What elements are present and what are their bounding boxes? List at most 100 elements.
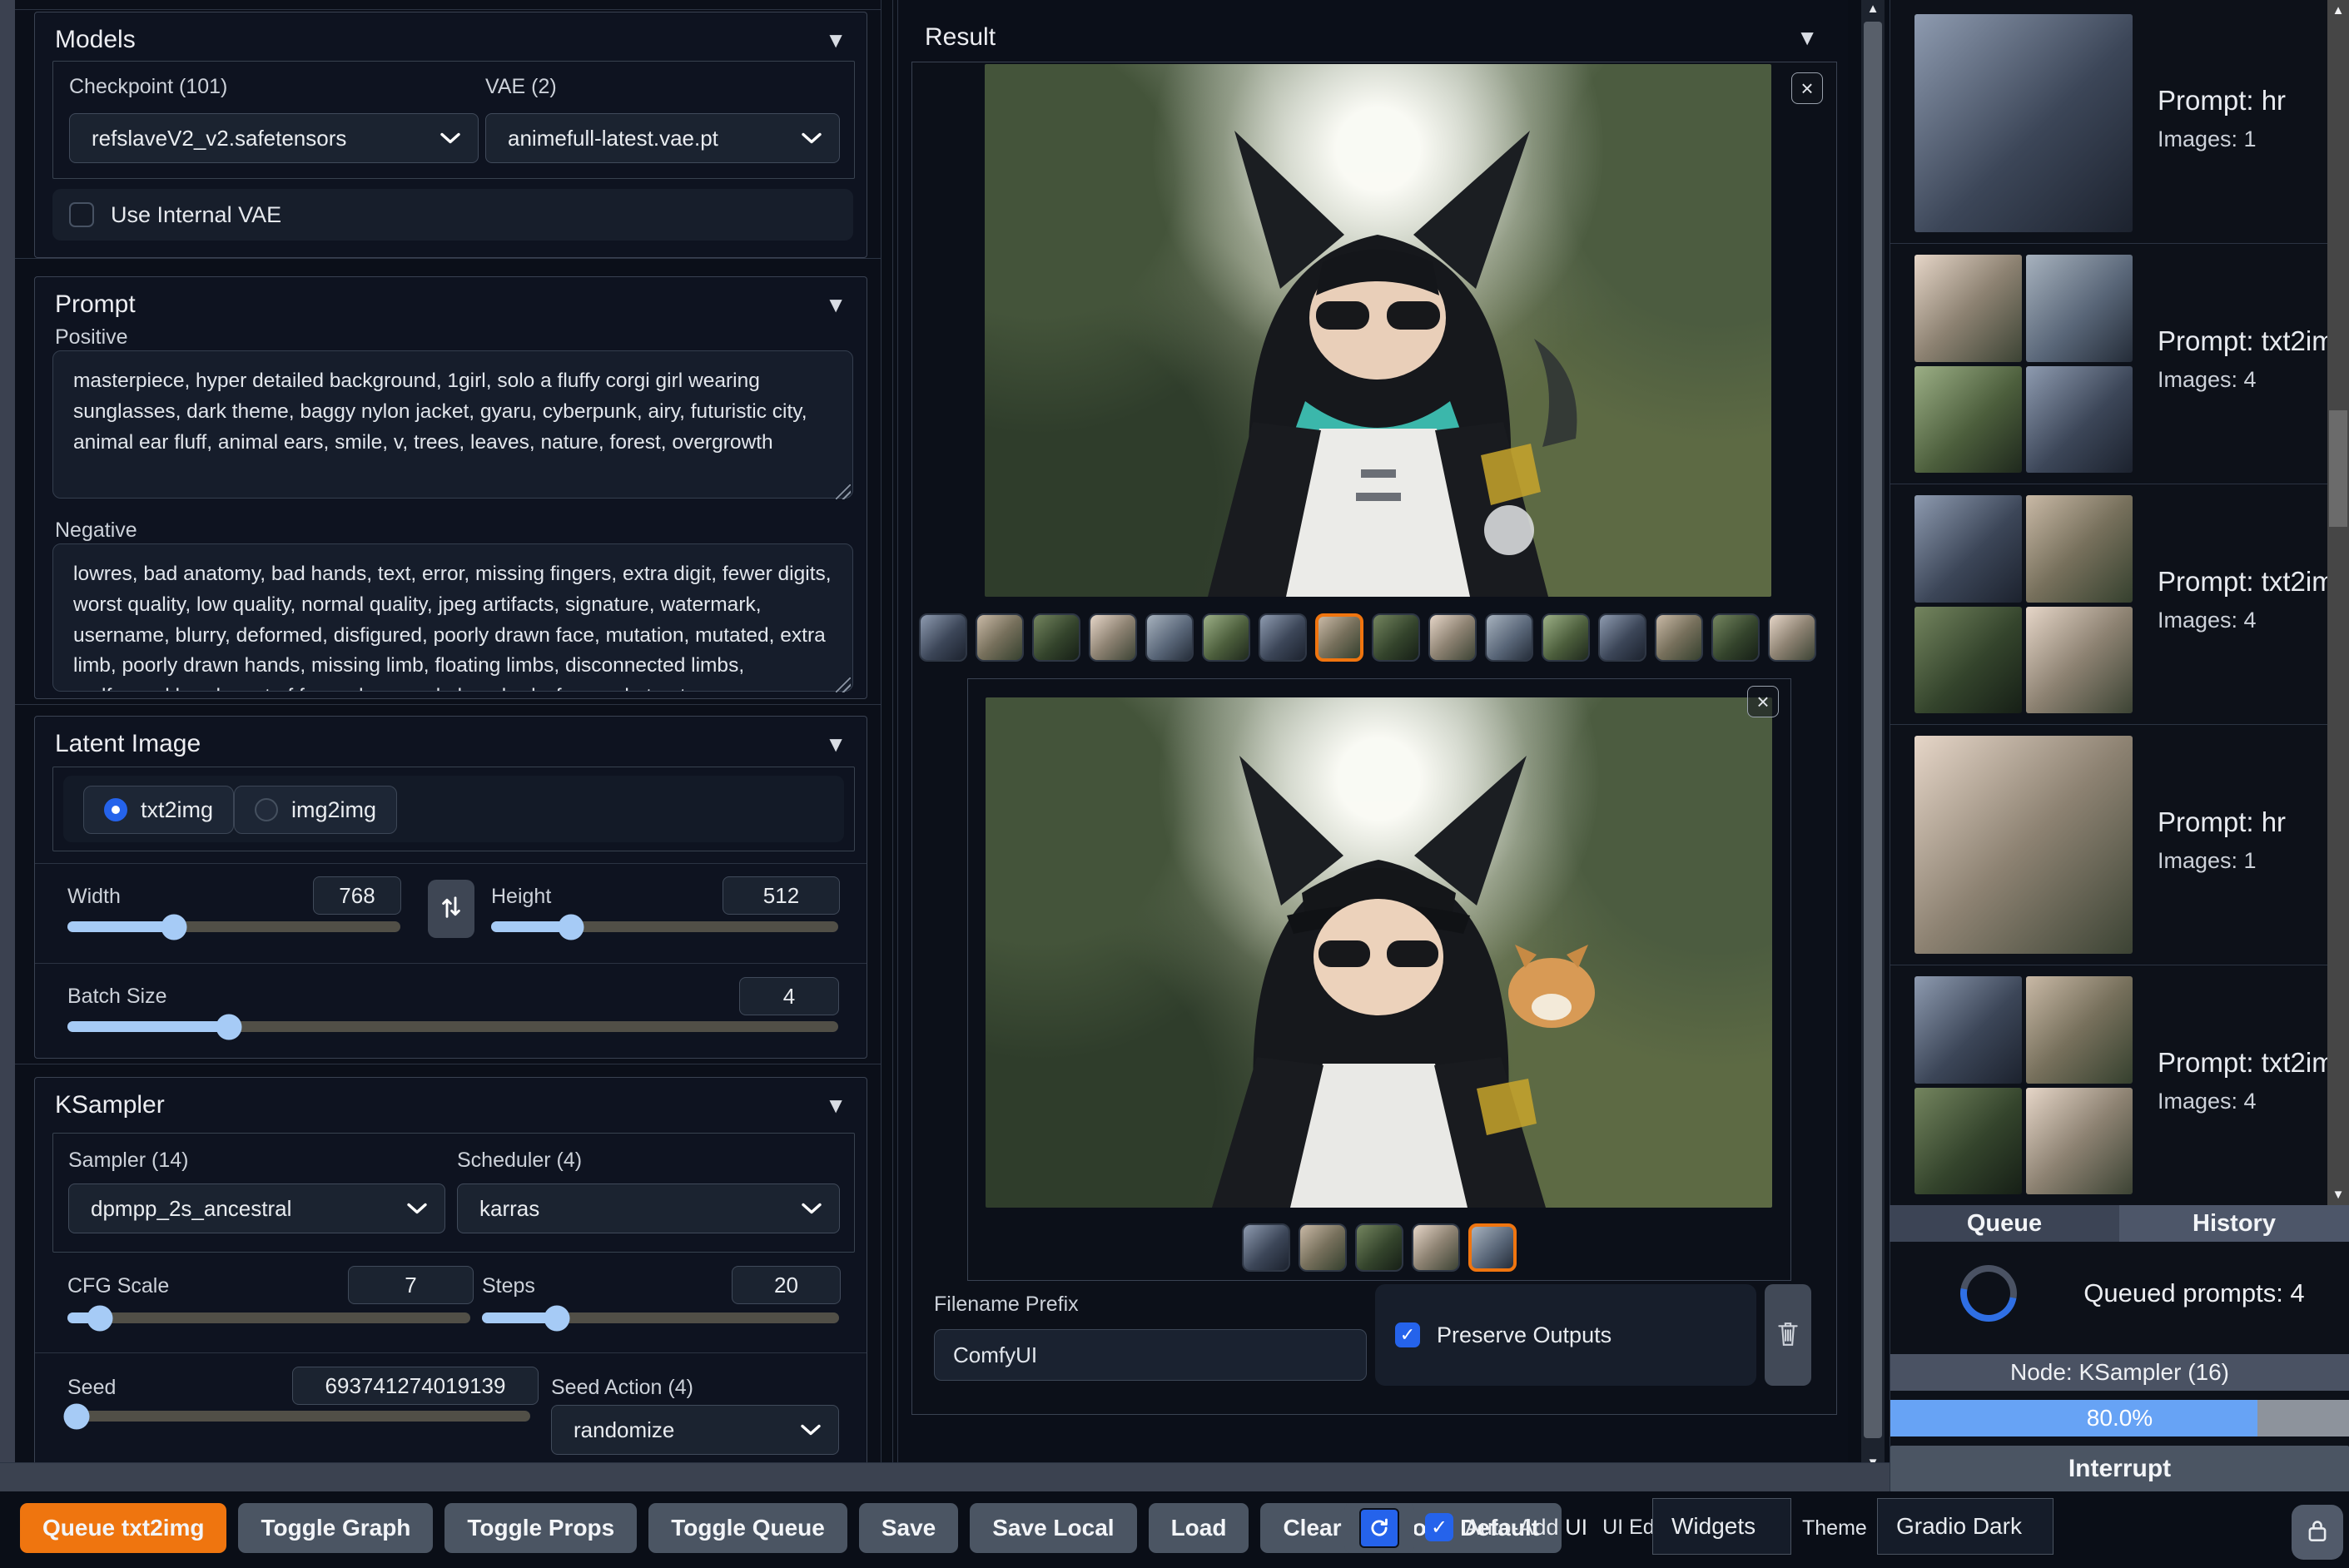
- gallery1-thumbnail-7[interactable]: [1259, 613, 1307, 662]
- ksampler-title[interactable]: KSampler: [55, 1091, 165, 1119]
- widgets-select[interactable]: Widgets: [1652, 1498, 1791, 1555]
- gallery1-thumbnail-11[interactable]: [1485, 613, 1533, 662]
- mode-txt2img-radio[interactable]: txt2img: [83, 786, 235, 834]
- gallery2-thumbnail-1[interactable]: [1242, 1223, 1290, 1272]
- close-image-button[interactable]: ×: [1791, 72, 1823, 104]
- preserve-outputs-checkbox[interactable]: ✓: [1395, 1322, 1420, 1347]
- close-image-button[interactable]: ×: [1747, 686, 1779, 717]
- positive-prompt-textarea[interactable]: masterpiece, hyper detailed background, …: [52, 350, 853, 499]
- gallery2-thumbnail-2[interactable]: [1299, 1223, 1347, 1272]
- gallery1-thumbnail-16[interactable]: [1768, 613, 1816, 662]
- steps-input[interactable]: 20: [732, 1266, 841, 1304]
- width-slider[interactable]: [67, 914, 400, 940]
- history-entry[interactable]: Prompt: hr Images: 1: [1890, 3, 2327, 244]
- collapse-caret-icon[interactable]: ▼: [825, 27, 847, 53]
- interrupt-button[interactable]: Interrupt: [1890, 1446, 2349, 1492]
- height-slider[interactable]: [491, 914, 838, 940]
- refresh-button[interactable]: [1344, 1503, 1414, 1553]
- tab-queue[interactable]: Queue: [1890, 1205, 2119, 1242]
- checkpoint-dropdown[interactable]: refslaveV2_v2.safetensors: [69, 113, 479, 163]
- gallery1-thumbnail-3[interactable]: [1032, 613, 1080, 662]
- scheduler-dropdown[interactable]: karras: [457, 1183, 840, 1233]
- theme-select[interactable]: Gradio Dark: [1877, 1498, 2054, 1555]
- negative-prompt-textarea[interactable]: lowres, bad anatomy, bad hands, text, er…: [52, 543, 853, 692]
- scrollbar-thumb[interactable]: [2329, 410, 2347, 527]
- history-thumbnail-grid[interactable]: [1914, 976, 2133, 1194]
- history-thumbnail[interactable]: [1914, 14, 2133, 232]
- slider-knob[interactable]: [63, 1403, 90, 1429]
- history-entry[interactable]: Prompt: hr Images: 1: [1890, 725, 2327, 965]
- slider-knob[interactable]: [558, 914, 584, 940]
- result-title[interactable]: Result: [925, 23, 996, 52]
- gallery1-thumbnail-12[interactable]: [1542, 613, 1590, 662]
- gallery1-thumbnail-4[interactable]: [1089, 613, 1137, 662]
- sampler-dropdown[interactable]: dpmpp_2s_ancestral: [68, 1183, 445, 1233]
- latent-title[interactable]: Latent Image: [55, 730, 201, 758]
- gallery1-thumbnail-8-selected[interactable]: [1315, 613, 1363, 662]
- gallery2-thumbnail-4[interactable]: [1412, 1223, 1460, 1272]
- seed-slider[interactable]: [63, 1403, 530, 1429]
- save-local-button[interactable]: Save Local: [970, 1503, 1137, 1553]
- mode-img2img-radio[interactable]: img2img: [234, 786, 398, 834]
- steps-slider[interactable]: [482, 1305, 839, 1331]
- scroll-up-icon[interactable]: ▲: [2327, 3, 2349, 17]
- gallery2-thumbnail-5-selected[interactable]: [1468, 1223, 1517, 1272]
- result-image-1[interactable]: [985, 64, 1771, 597]
- gallery1-thumbnail-2[interactable]: [976, 613, 1024, 662]
- collapse-caret-icon[interactable]: ▼: [825, 292, 847, 318]
- load-button[interactable]: Load: [1148, 1503, 1249, 1553]
- delete-outputs-button[interactable]: [1765, 1284, 1811, 1386]
- use-internal-vae-row[interactable]: Use Internal VAE: [52, 189, 853, 241]
- collapse-caret-icon[interactable]: ▼: [825, 1093, 847, 1119]
- history-entry[interactable]: Prompt: txt2img Images: 4: [1890, 965, 2349, 1206]
- gallery1-thumbnail-5[interactable]: [1145, 613, 1194, 662]
- history-scrollbar[interactable]: ▲ ▼: [2327, 0, 2349, 1205]
- toggle-graph-button[interactable]: Toggle Graph: [238, 1503, 434, 1553]
- swap-width-height-button[interactable]: [428, 880, 474, 938]
- resize-handle-icon[interactable]: [836, 677, 851, 692]
- scroll-down-icon[interactable]: ▼: [2327, 1188, 2349, 1202]
- gallery1-thumbnail-6[interactable]: [1202, 613, 1250, 662]
- history-entry[interactable]: Prompt: txt2img Images: 4: [1890, 484, 2349, 725]
- seed-input[interactable]: 693741274019139: [292, 1367, 539, 1405]
- slider-knob[interactable]: [544, 1305, 570, 1331]
- queue-txt2img-button[interactable]: Queue txt2img: [20, 1503, 227, 1553]
- auto-add-checkbox[interactable]: ✓: [1425, 1513, 1453, 1541]
- gallery2-thumbnail-3[interactable]: [1355, 1223, 1403, 1272]
- cfg-scale-input[interactable]: 7: [348, 1266, 474, 1304]
- history-thumbnail-grid[interactable]: [1914, 495, 2133, 713]
- slider-knob[interactable]: [161, 914, 187, 940]
- resize-handle-icon[interactable]: [836, 484, 851, 499]
- history-thumbnail-grid[interactable]: [1914, 255, 2133, 473]
- result-image-2[interactable]: [986, 697, 1772, 1208]
- preserve-outputs-row[interactable]: ✓ Preserve Outputs: [1375, 1284, 1756, 1386]
- batch-size-slider[interactable]: [67, 1014, 838, 1040]
- gallery1-thumbnail-14[interactable]: [1655, 613, 1703, 662]
- gallery1-thumbnail-10[interactable]: [1428, 613, 1477, 662]
- use-internal-vae-checkbox[interactable]: [69, 202, 94, 227]
- models-title[interactable]: Models: [55, 26, 136, 54]
- toggle-props-button[interactable]: Toggle Props: [444, 1503, 638, 1553]
- content-vertical-scrollbar[interactable]: ▲ ▼: [1861, 0, 1885, 1471]
- tab-history[interactable]: History: [2119, 1205, 2349, 1242]
- lock-button[interactable]: [2292, 1505, 2343, 1560]
- toggle-queue-button[interactable]: Toggle Queue: [648, 1503, 847, 1553]
- collapse-caret-icon[interactable]: ▼: [825, 732, 847, 757]
- gallery1-thumbnail-13[interactable]: [1598, 613, 1646, 662]
- collapse-caret-icon[interactable]: ▼: [1796, 25, 1818, 51]
- seed-action-dropdown[interactable]: randomize: [551, 1405, 839, 1455]
- gallery1-thumbnail-1[interactable]: [919, 613, 967, 662]
- filename-prefix-input[interactable]: ComfyUI: [934, 1329, 1367, 1381]
- save-button[interactable]: Save: [858, 1503, 959, 1553]
- gallery1-thumbnail-9[interactable]: [1372, 613, 1420, 662]
- history-entry[interactable]: Prompt: txt2img Images: 4: [1890, 244, 2349, 484]
- scroll-up-icon[interactable]: ▲: [1861, 2, 1885, 16]
- height-input[interactable]: 512: [723, 876, 840, 915]
- content-horizontal-scrollbar[interactable]: [0, 1462, 1890, 1491]
- scrollbar-thumb[interactable]: [1864, 22, 1882, 1438]
- history-thumbnail[interactable]: [1914, 736, 2133, 954]
- gallery1-thumbnail-15[interactable]: [1711, 613, 1760, 662]
- slider-knob[interactable]: [87, 1305, 113, 1331]
- batch-size-input[interactable]: 4: [739, 977, 839, 1015]
- prompt-title[interactable]: Prompt: [55, 290, 136, 319]
